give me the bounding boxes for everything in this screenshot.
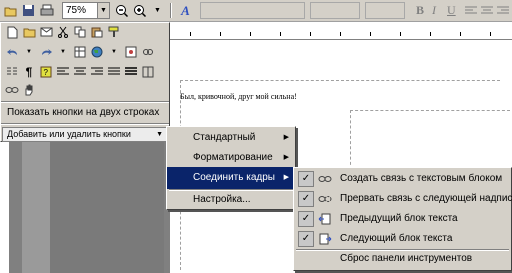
font-name-field[interactable] <box>200 2 305 19</box>
open-icon[interactable] <box>2 2 19 19</box>
globe-icon[interactable] <box>90 45 104 59</box>
align-center-icon[interactable] <box>73 65 87 79</box>
align-left-icon[interactable] <box>462 2 479 19</box>
zoom-value: 75% <box>66 5 87 16</box>
paragraph-icon[interactable]: ¶ <box>22 65 36 79</box>
align-center-icon[interactable] <box>478 2 495 19</box>
frame-guide <box>350 110 510 111</box>
menu-item-next-text-block[interactable]: ✓ Следующий блок текста <box>294 228 511 250</box>
mail-icon[interactable] <box>39 25 53 39</box>
justify-icon[interactable] <box>107 65 121 79</box>
align-right-icon[interactable] <box>90 65 104 79</box>
undo-icon[interactable] <box>5 45 19 59</box>
style-field[interactable] <box>365 2 405 19</box>
ruler-tick <box>220 32 221 36</box>
connect-frames-submenu: ✓ Создать связь с текстовым блоком ✓ Пре… <box>293 167 512 271</box>
toolbars-menu: Стандартный ▶ Форматирование ▶ Соединить к… <box>166 126 296 210</box>
menu-item-reset-toolbar[interactable]: Сброс панели инструментов <box>294 248 511 270</box>
ruler-tick <box>250 32 251 36</box>
panel-row-3: ¶ ? <box>5 65 155 81</box>
zoom-out-icon[interactable] <box>113 2 130 19</box>
insert-object-icon[interactable] <box>124 45 138 59</box>
toolbar-separator <box>170 3 172 18</box>
check-icon: ✓ <box>298 231 314 247</box>
menu-item-previous-text-block[interactable]: ✓ Предыдущий блок текста <box>294 208 511 230</box>
chevron-down-icon: ▼ <box>156 131 163 138</box>
print-icon[interactable] <box>38 2 55 19</box>
frame-guide <box>350 110 351 170</box>
chevron-down-icon[interactable]: ▼ <box>22 45 36 59</box>
page-text[interactable]: Был, кривочной, друг мой сильна! <box>180 92 297 101</box>
list-icon[interactable] <box>124 65 138 79</box>
ruler-tick <box>190 32 191 36</box>
zoom-in-icon[interactable] <box>131 2 148 19</box>
border-icon[interactable] <box>141 65 155 79</box>
align-left-icon[interactable] <box>56 65 70 79</box>
zoom-select[interactable]: 75% ▼ <box>62 2 110 19</box>
formatting-toolbar: 75% ▼ ▼ A B I U <box>0 0 512 22</box>
submenu-arrow-icon: ▶ <box>283 134 289 141</box>
chevron-down-icon[interactable]: ▼ <box>97 3 109 18</box>
left-gray-frame <box>22 140 164 273</box>
ruler-tick <box>370 32 371 36</box>
table-icon[interactable] <box>73 45 87 59</box>
cut-icon[interactable] <box>56 25 70 39</box>
submenu-arrow-icon: ▶ <box>283 174 289 181</box>
menu-item-connect-frames[interactable]: Соединить кадры ▶ <box>167 167 295 189</box>
break-link-icon <box>317 191 333 207</box>
chevron-down-icon[interactable]: ▼ <box>149 2 166 19</box>
submenu-arrow-icon: ▶ <box>283 154 289 161</box>
font-size-field[interactable] <box>310 2 360 19</box>
next-block-icon <box>317 231 333 247</box>
copy-icon[interactable] <box>73 25 87 39</box>
margin-guide <box>180 80 500 81</box>
previous-block-icon <box>317 211 333 227</box>
ruler-tick <box>430 32 431 36</box>
ruler-tick <box>460 32 461 36</box>
menu-item-customize[interactable]: Настройка... <box>167 189 295 211</box>
redo-icon[interactable] <box>39 45 53 59</box>
paste-icon[interactable] <box>90 25 104 39</box>
ruler-tick <box>340 32 341 36</box>
open-icon[interactable] <box>22 25 36 39</box>
check-icon: ✓ <box>298 191 314 207</box>
ruler-tick <box>310 32 311 36</box>
show-two-rows-option[interactable]: Показать кнопки на двух строках <box>7 107 159 118</box>
menu-item-standard[interactable]: Стандартный ▶ <box>167 127 295 149</box>
panel-row-4 <box>5 83 36 99</box>
link-frames-icon[interactable] <box>5 83 19 97</box>
hand-icon[interactable] <box>22 83 36 97</box>
panel-divider <box>1 123 169 125</box>
ruler-tick <box>400 32 401 36</box>
svg-text:?: ? <box>44 68 49 77</box>
check-icon: ✓ <box>298 171 314 187</box>
chevron-down-icon[interactable]: ▼ <box>56 45 70 59</box>
horizontal-ruler[interactable] <box>170 22 512 40</box>
format-painter-icon[interactable] <box>107 25 121 39</box>
link-icon[interactable] <box>141 45 155 59</box>
underline-button[interactable]: U <box>447 3 456 18</box>
new-document-icon[interactable] <box>5 25 19 39</box>
menu-item-break-link[interactable]: ✓ Прервать связь с следующей надписью <box>294 188 512 210</box>
bold-button[interactable]: B <box>416 3 424 18</box>
panel-row-1 <box>5 25 121 41</box>
align-right-icon[interactable] <box>494 2 511 19</box>
help-icon[interactable]: ? <box>39 65 53 79</box>
create-link-icon <box>317 171 333 187</box>
italic-button[interactable]: I <box>432 3 436 18</box>
toolbar-overflow-panel: ▼ ▼ ▼ ¶ ? Показать кнопки на двух строка… <box>0 22 170 142</box>
vertical-ruler[interactable] <box>0 140 10 273</box>
panel-row-2: ▼ ▼ ▼ <box>5 45 155 61</box>
ruler-tick <box>490 32 491 36</box>
font-color-icon[interactable]: A <box>177 2 194 19</box>
add-remove-buttons-item[interactable]: Добавить или удалить кнопки ▼ <box>2 127 168 142</box>
ruler-tick <box>280 32 281 36</box>
chevron-down-icon[interactable]: ▼ <box>107 45 121 59</box>
menu-item-formatting[interactable]: Форматирование ▶ <box>167 147 295 169</box>
columns-icon[interactable] <box>5 65 19 79</box>
menu-item-create-text-link[interactable]: ✓ Создать связь с текстовым блоком <box>294 168 511 190</box>
check-icon: ✓ <box>298 211 314 227</box>
panel-divider <box>1 101 169 103</box>
save-icon[interactable] <box>20 2 37 19</box>
